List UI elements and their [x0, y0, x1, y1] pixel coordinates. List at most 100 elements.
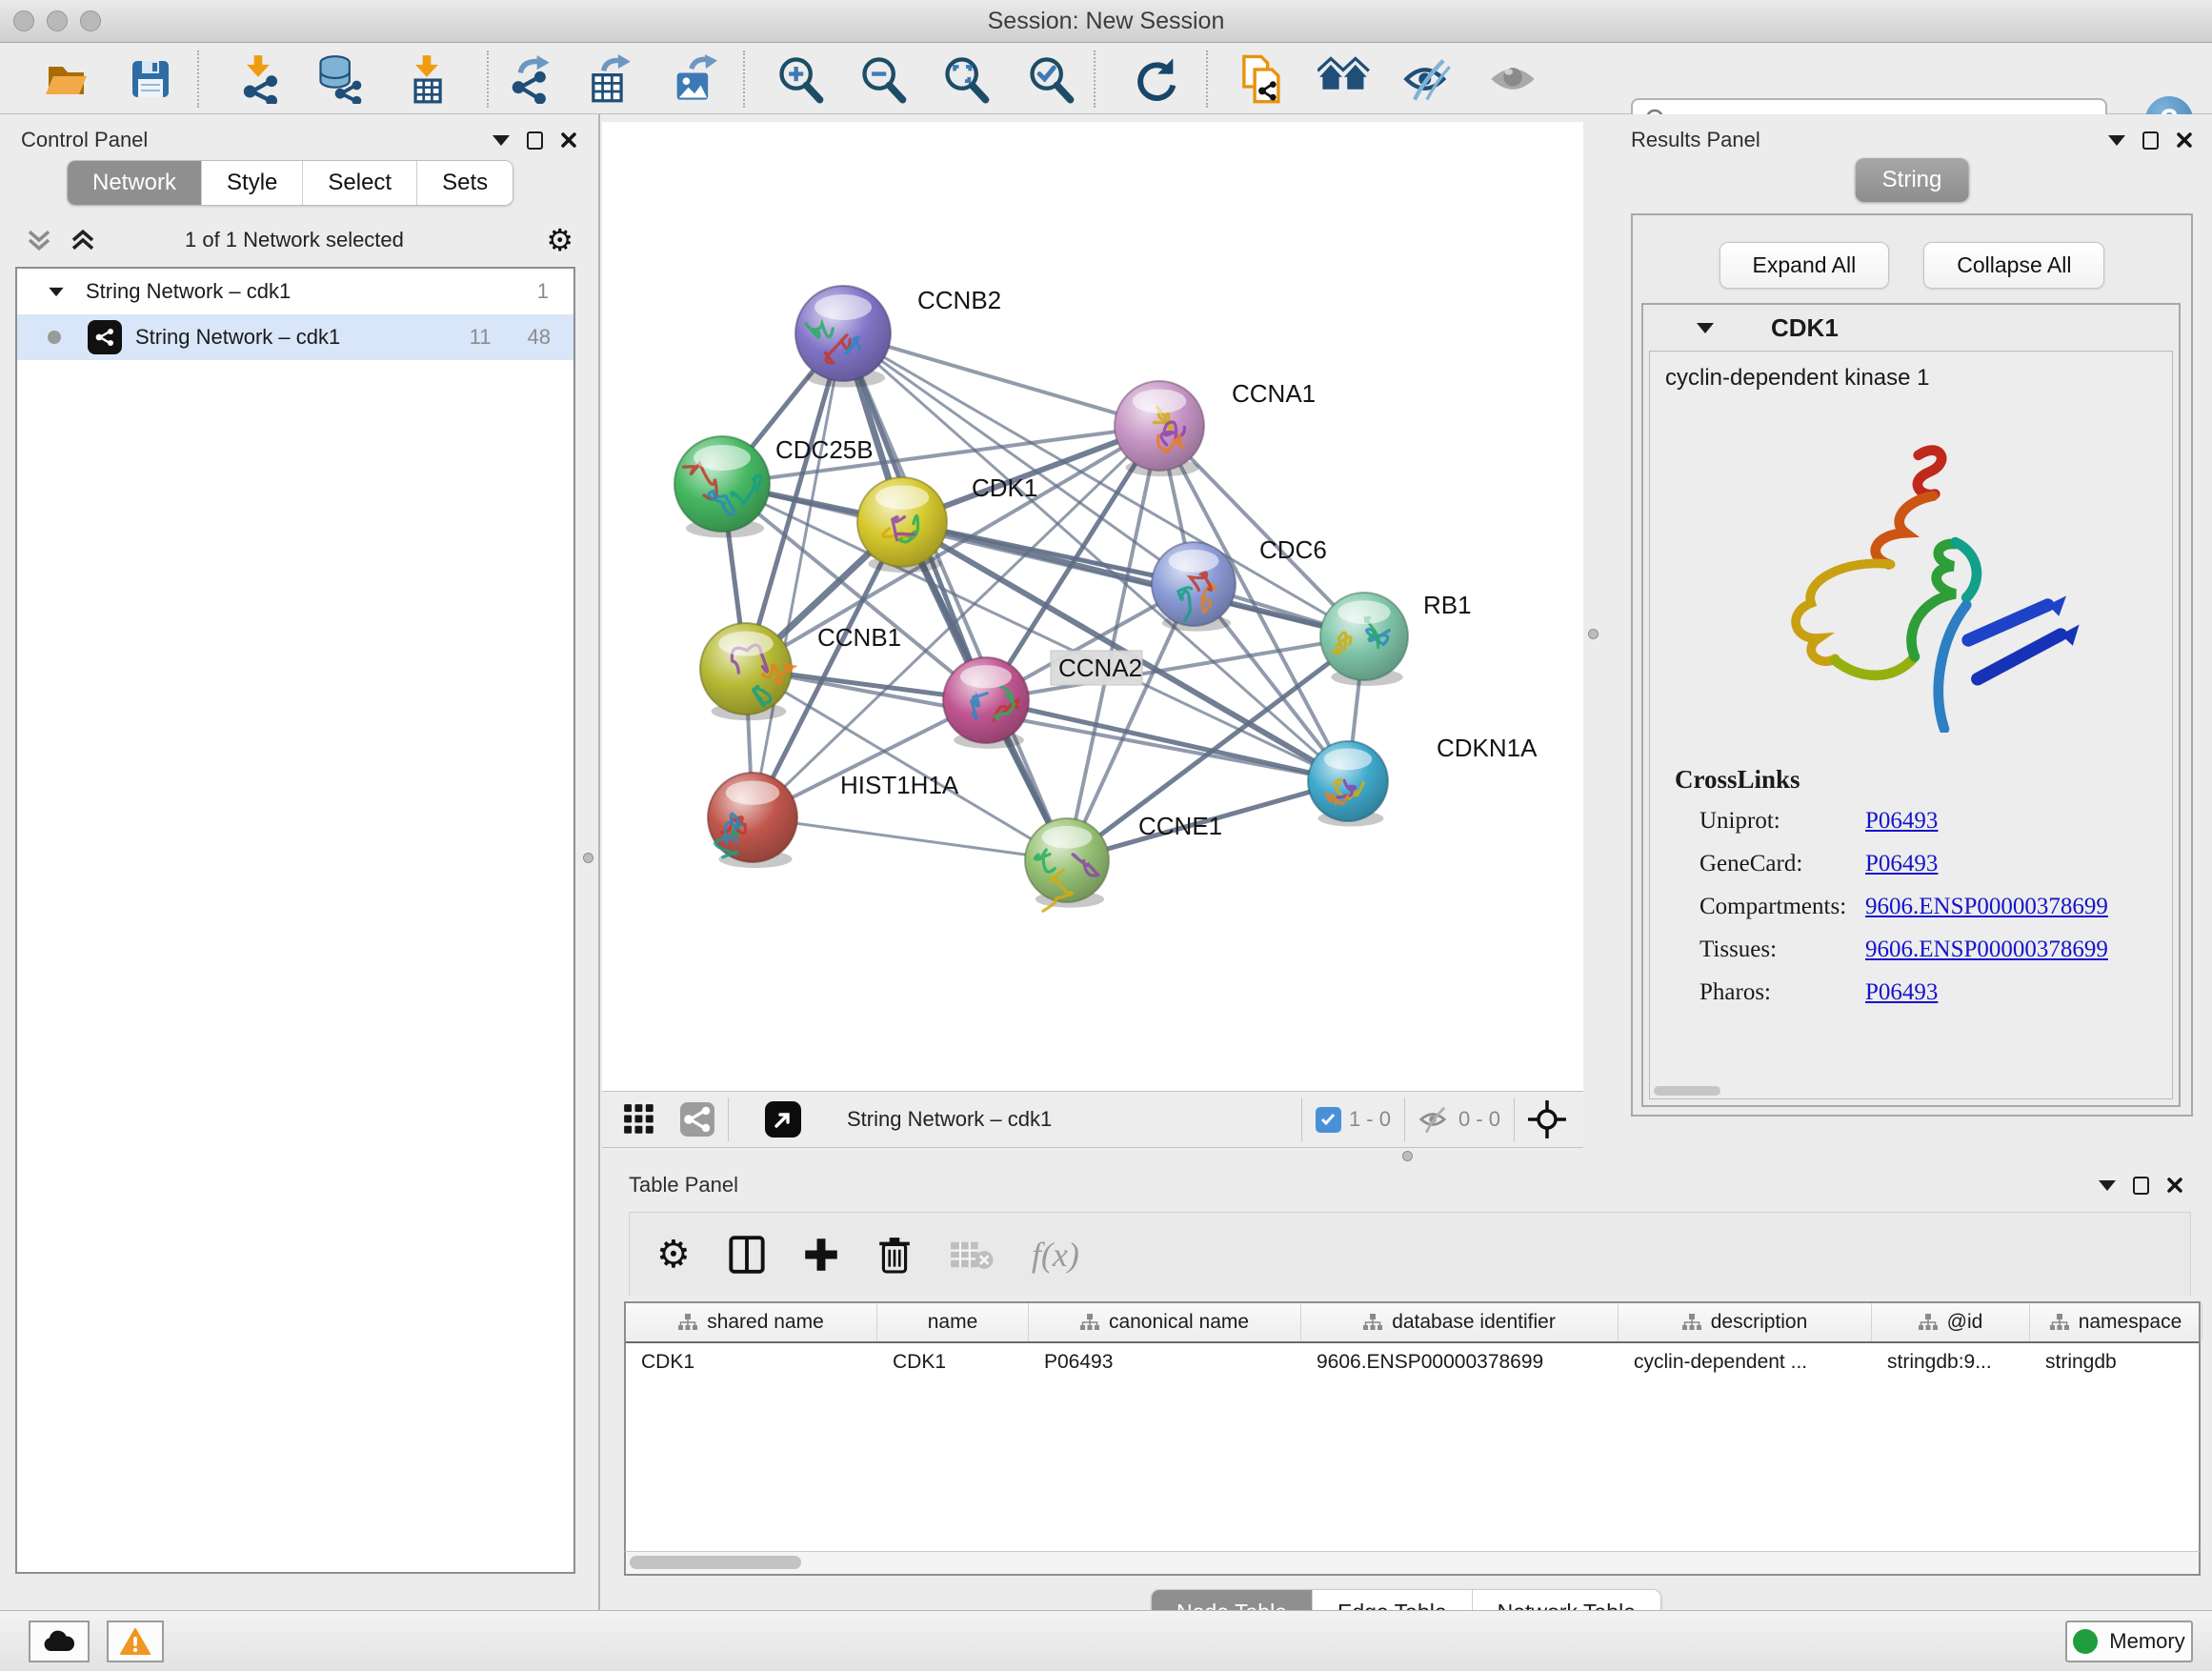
- node-RB1[interactable]: [1320, 593, 1408, 686]
- table-cell[interactable]: stringdb:9...: [1872, 1343, 2030, 1381]
- collection-expander-icon[interactable]: [49, 287, 63, 295]
- node-HIST1H1A[interactable]: [708, 773, 797, 868]
- network-options-gear-icon[interactable]: ⚙: [546, 225, 573, 255]
- maximize-window-icon[interactable]: [80, 10, 101, 31]
- table-cell[interactable]: stringdb: [2030, 1343, 2202, 1381]
- zoom-in-button[interactable]: [774, 54, 827, 104]
- duplicate-network-button[interactable]: [1236, 54, 1289, 104]
- network-overview-icon[interactable]: [680, 1102, 714, 1137]
- show-all-button[interactable]: [1486, 54, 1539, 104]
- close-window-icon[interactable]: [13, 10, 34, 31]
- table-row[interactable]: CDK1CDK1P064939606.ENSP00000378699cyclin…: [626, 1343, 2199, 1381]
- minimize-window-icon[interactable]: [47, 10, 68, 31]
- node-CDKN1A[interactable]: [1308, 741, 1388, 826]
- tab-sets[interactable]: Sets: [417, 161, 513, 205]
- close-panel-icon[interactable]: [560, 131, 577, 149]
- edge-CCNB2-CCNA1[interactable]: [843, 333, 1159, 426]
- collapse-all-button[interactable]: Collapse All: [1923, 242, 2104, 289]
- birds-eye-view-icon[interactable]: [623, 1103, 655, 1136]
- scrollbar-thumb[interactable]: [630, 1556, 801, 1569]
- column-header-shared-name[interactable]: shared name: [626, 1303, 877, 1341]
- entry-header[interactable]: CDK1: [1643, 305, 2179, 351]
- node-CCNE1[interactable]: [1025, 818, 1109, 911]
- open-file-button[interactable]: [40, 54, 93, 104]
- import-network-database-button[interactable]: [312, 54, 366, 104]
- crosslink-link-genecard-[interactable]: P06493: [1865, 851, 1938, 876]
- table-cell[interactable]: P06493: [1029, 1343, 1301, 1381]
- crosslink-link-uniprot-[interactable]: P06493: [1865, 808, 1938, 834]
- zoom-fit-button[interactable]: [939, 54, 993, 104]
- tab-select[interactable]: Select: [303, 161, 417, 205]
- node-CCNA2[interactable]: [943, 657, 1029, 749]
- right-splitter-handle[interactable]: [1588, 629, 1599, 639]
- table-cell[interactable]: CDK1: [877, 1343, 1029, 1381]
- tab-style[interactable]: Style: [202, 161, 303, 205]
- column-header-database-identifier[interactable]: database identifier: [1301, 1303, 1619, 1341]
- float-panel-icon[interactable]: [2142, 131, 2159, 150]
- export-table-button[interactable]: [581, 54, 634, 104]
- left-splitter-handle[interactable]: [583, 853, 593, 863]
- entry-expander-icon[interactable]: [1697, 323, 1714, 333]
- selected-indicator-checkbox[interactable]: [1316, 1107, 1341, 1133]
- export-image-button[interactable]: [667, 54, 720, 104]
- column-header-canonical-name[interactable]: canonical name: [1029, 1303, 1301, 1341]
- tab-string[interactable]: String: [1856, 158, 1969, 202]
- edge-CDC25B-CDKN1A[interactable]: [722, 484, 1348, 781]
- table-cell[interactable]: 9606.ENSP00000378699: [1301, 1343, 1619, 1381]
- save-session-button[interactable]: [124, 54, 177, 104]
- pan-crosshair-icon[interactable]: [1528, 1100, 1566, 1138]
- network-row[interactable]: String Network – cdk1 11 48: [17, 314, 573, 360]
- table-horizontal-scrollbar[interactable]: [624, 1551, 2201, 1576]
- float-panel-icon[interactable]: [527, 131, 543, 150]
- panel-menu-icon[interactable]: [493, 135, 510, 146]
- expand-all-icon[interactable]: [69, 226, 97, 254]
- crosslink-link-pharos-[interactable]: P06493: [1865, 979, 1938, 1005]
- float-panel-icon[interactable]: [2133, 1177, 2149, 1195]
- show-columns-icon[interactable]: [729, 1236, 765, 1274]
- export-network-button[interactable]: [502, 54, 555, 104]
- panel-menu-icon[interactable]: [2099, 1180, 2116, 1191]
- tab-network[interactable]: Network: [68, 161, 202, 205]
- panel-menu-icon[interactable]: [2108, 135, 2125, 146]
- close-panel-icon[interactable]: [2176, 131, 2193, 149]
- node-CCNA1[interactable]: [1115, 381, 1204, 476]
- column-header-description[interactable]: description: [1619, 1303, 1872, 1341]
- table-cell[interactable]: CDK1: [626, 1343, 877, 1381]
- hide-selected-button[interactable]: [1401, 54, 1455, 104]
- collapse-all-icon[interactable]: [25, 226, 53, 254]
- create-column-icon[interactable]: [803, 1237, 839, 1273]
- open-in-window-icon[interactable]: [765, 1101, 801, 1137]
- node-CDK1[interactable]: [857, 477, 947, 573]
- table-options-gear-icon[interactable]: ⚙: [656, 1236, 691, 1274]
- delete-column-icon[interactable]: [877, 1236, 912, 1274]
- node-CCNB1[interactable]: [700, 623, 794, 720]
- column-header--id[interactable]: @id: [1872, 1303, 2030, 1341]
- function-builder-icon[interactable]: f(x): [1032, 1235, 1079, 1275]
- zoom-out-button[interactable]: [856, 54, 910, 104]
- table-cell[interactable]: cyclin-dependent ...: [1619, 1343, 1872, 1381]
- warnings-button[interactable]: [107, 1621, 164, 1662]
- zoom-selected-button[interactable]: [1024, 54, 1077, 104]
- cloud-status-button[interactable]: [29, 1621, 90, 1662]
- network-canvas[interactable]: CCNB2CCNA1CDC25BCDK1CDC6RB1CCNB1CCNA2CDK…: [602, 122, 1583, 1091]
- edge-HIST1H1A-CCNE1[interactable]: [753, 817, 1067, 860]
- import-network-file-button[interactable]: [231, 54, 285, 104]
- network-graph[interactable]: CCNB2CCNA1CDC25BCDK1CDC6RB1CCNB1CCNA2CDK…: [602, 122, 1583, 1091]
- close-panel-icon[interactable]: [2166, 1177, 2183, 1194]
- column-header-name[interactable]: name: [877, 1303, 1029, 1341]
- node-CDC25B[interactable]: [674, 436, 770, 538]
- delete-table-icon[interactable]: [950, 1238, 994, 1272]
- first-neighbors-button[interactable]: [1317, 54, 1371, 104]
- window-controls[interactable]: [13, 10, 101, 31]
- crosslink-link-tissues-[interactable]: 9606.ENSP00000378699: [1865, 936, 2108, 962]
- column-header-namespace[interactable]: namespace: [2030, 1303, 2202, 1341]
- results-scrollbar-thumb[interactable]: [1654, 1086, 1720, 1096]
- memory-button[interactable]: Memory: [2065, 1621, 2193, 1662]
- import-table-button[interactable]: [400, 54, 453, 104]
- expand-all-button[interactable]: Expand All: [1719, 242, 1890, 289]
- crosslink-link-compartments-[interactable]: 9606.ENSP00000378699: [1865, 894, 2108, 919]
- edge-CCNB1-CDKN1A[interactable]: [746, 669, 1348, 781]
- refresh-view-button[interactable]: [1130, 54, 1183, 104]
- network-collection-row[interactable]: String Network – cdk1 1: [17, 269, 573, 314]
- bottom-splitter-handle[interactable]: [1402, 1151, 1413, 1161]
